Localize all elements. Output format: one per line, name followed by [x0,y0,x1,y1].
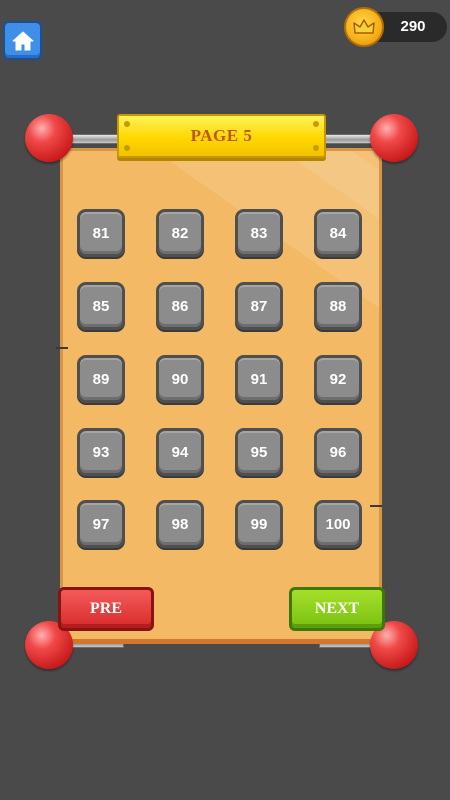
level-button[interactable]: 92 [314,355,362,403]
level-button[interactable]: 98 [156,500,204,548]
level-button[interactable]: 99 [235,500,283,548]
level-button[interactable]: 81 [77,209,125,257]
page-title-plate: PAGE 5 [117,114,326,158]
rivet [313,145,319,151]
level-button[interactable]: 89 [77,355,125,403]
rivet [124,145,130,151]
level-button[interactable]: 95 [235,428,283,476]
rivet [124,121,130,127]
home-icon [12,31,33,50]
knob-top-left [25,114,73,162]
level-button[interactable]: 100 [314,500,362,548]
level-button[interactable]: 84 [314,209,362,257]
coin-count: 290 [400,18,426,35]
board-bottom-edge [62,639,380,644]
level-button[interactable]: 90 [156,355,204,403]
rivet [313,121,319,127]
level-button[interactable]: 96 [314,428,362,476]
level-button[interactable]: 93 [77,428,125,476]
level-button[interactable]: 87 [235,282,283,330]
board-crack [56,347,68,349]
home-button[interactable] [3,21,42,60]
level-button[interactable]: 86 [156,282,204,330]
level-button[interactable]: 88 [314,282,362,330]
knob-top-right [370,114,418,162]
next-button[interactable]: NEXT [289,587,385,631]
page-title: PAGE 5 [190,126,253,145]
board-crack [370,505,382,507]
level-button[interactable]: 91 [235,355,283,403]
level-button[interactable]: 83 [235,209,283,257]
level-button[interactable]: 82 [156,209,204,257]
crown-coin-icon [344,7,384,47]
level-button[interactable]: 85 [77,282,125,330]
pre-button[interactable]: PRE [58,587,154,631]
level-button[interactable]: 97 [77,500,125,548]
level-button[interactable]: 94 [156,428,204,476]
